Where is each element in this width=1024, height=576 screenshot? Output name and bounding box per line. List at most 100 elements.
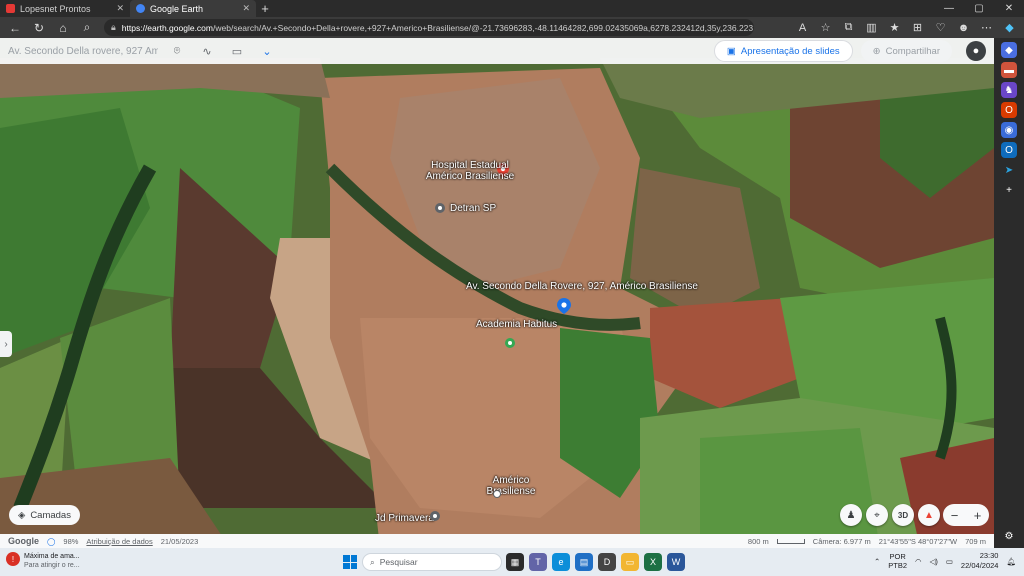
search-icon[interactable]: ⌕ [76,18,98,37]
notifications-icon[interactable]: 🔔︎ [1006,557,1016,566]
back-icon[interactable]: ← [4,18,26,37]
teams-icon[interactable]: T [529,553,547,571]
path-polygon-icon[interactable]: ∿ [196,41,218,61]
lang-bottom: PTB2 [888,561,908,570]
compass-icon[interactable]: ▲ [918,504,940,526]
profile-icon[interactable]: ☻ [953,18,974,37]
location-off-icon[interactable]: ⌖ [866,504,888,526]
clock-date: 22/04/2024 [960,561,999,570]
games-icon[interactable]: ♞ [1001,82,1017,98]
edge-icon[interactable]: e [552,553,570,571]
tab-label: Lopesnet Prontos [20,3,91,14]
read-aloud-icon[interactable]: A [792,18,813,37]
share-label: Compartilhar [885,45,940,57]
location-pin-icon[interactable] [557,298,571,314]
settings-gear-icon[interactable]: ⚙ [1001,528,1017,544]
address-label[interactable]: Av. Secondo Della Rovere, 927, Américo B… [466,281,698,292]
lock-icon: 🔒︎ [111,22,116,32]
browser-essentials-icon[interactable]: ♡ [930,18,951,37]
windows-taskbar: ! Máxima de ama... Para atingir o re... … [0,548,1024,576]
edge-sidebar: ◆ ▬ ♞ O ◉ O ➤ + ⚙ [994,38,1024,548]
split-screen-icon[interactable]: ▥ [861,18,882,37]
tray-chevron-icon[interactable]: ⌃ [874,557,880,566]
ground-altitude: 709 m [965,536,986,546]
expand-panel-icon[interactable]: › [0,331,12,357]
close-icon[interactable]: ✕ [116,3,124,14]
favorites-icon[interactable]: ★ [884,18,905,37]
new-tab-button[interactable]: + [256,0,274,17]
jd-pin-icon[interactable] [430,511,440,521]
earth-status-bar: Google ◯ 98% Atribuição de dados 21/05/2… [0,534,994,548]
detran-pin-icon[interactable] [435,203,445,213]
hospital-label[interactable]: Hospital Estadual Américo Brasiliense [420,160,520,182]
file-explorer-icon[interactable]: ▭ [621,553,639,571]
search-input[interactable]: Av. Secondo Della rovere, 927 Amé [8,41,158,61]
zoom-in-button[interactable]: + [974,508,982,523]
task-view-icon[interactable]: ▦ [506,553,524,571]
detran-label[interactable]: Detran SP [450,203,496,214]
language-indicator[interactable]: POR PTB2 [888,552,907,570]
slideshow-button[interactable]: ▣ Apresentação de slides [713,40,853,62]
taskbar-search-input[interactable]: ⌕ Pesquisar [362,553,502,571]
telegram-icon[interactable]: ➤ [1001,162,1017,178]
share-button[interactable]: ⊕ Compartilhar [860,40,952,62]
measure-icon[interactable]: ▭ [226,41,248,61]
close-window-icon[interactable]: ✕ [994,0,1024,17]
office-icon[interactable]: O [1001,102,1017,118]
more-menu-icon[interactable]: ⋯ [976,18,997,37]
loading-ring-icon: ◯ [47,536,56,546]
street-view-pegman-icon[interactable]: ♟ [840,504,862,526]
word-icon[interactable]: W [667,553,685,571]
home-icon[interactable]: ⌂ [52,18,74,37]
slideshow-icon: ▣ [726,45,736,57]
google-logo: Google [8,536,39,546]
toolbox-icon[interactable]: ▬ [1001,62,1017,78]
volume-icon[interactable]: ◁) [930,557,938,566]
academia-label[interactable]: Academia Habitus [476,319,557,330]
place-marker-icon[interactable]: ⌾ [166,41,188,61]
camera-altitude: Câmera: 6.977 m [812,536,871,546]
windows-start-icon[interactable] [343,555,357,569]
notification-title: Máxima de ama... [24,553,80,560]
excel-icon[interactable]: X [644,553,662,571]
collections-icon[interactable]: ⊞ [907,18,928,37]
close-icon[interactable]: ✕ [242,3,250,14]
gym-pin-icon[interactable] [505,338,515,348]
clock[interactable]: 23:30 22/04/2024 [961,551,999,571]
account-icon[interactable]: ● [966,41,986,61]
reload-icon[interactable]: ↻ [28,18,50,37]
dell-icon[interactable]: D [598,553,616,571]
tab-google-earth[interactable]: Google Earth ✕ [130,0,256,17]
maximize-icon[interactable]: ▢ [964,0,994,17]
layers-button[interactable]: ◈ Camadas [9,505,80,525]
system-tray: ⌃ POR PTB2 ◠ ◁) ▭ 23:30 22/04/2024 🔔︎ [874,551,1016,571]
tag-icon[interactable]: ◆ [1001,42,1017,58]
chevron-down-icon[interactable]: ⌄ [256,41,278,61]
jd-primavera-label[interactable]: Jd Primavera [375,513,434,524]
address-bar[interactable]: 🔒︎ https://earth.google.com/web/search/A… [104,19,754,36]
data-attribution-link[interactable]: Atribuição de dados [86,537,152,546]
store-icon[interactable]: ▤ [575,553,593,571]
outlook-icon[interactable]: O [1001,142,1017,158]
tab-lopesnet[interactable]: Lopesnet Prontos ✕ [0,0,130,17]
battery-icon[interactable]: ▭ [946,557,953,566]
tab-label: Google Earth [150,3,204,14]
favorite-star-icon[interactable]: ☆ [815,18,836,37]
scale-bar[interactable] [776,538,805,544]
add-sidebar-icon[interactable]: + [1001,182,1017,198]
microsoft365-icon[interactable]: ◉ [1001,122,1017,138]
satellite-map[interactable]: Hospital Estadual Américo Brasiliense De… [0,38,994,548]
imagery-date: 21/05/2023 [160,536,199,546]
earth-toolbar: Av. Secondo Della rovere, 927 Amé ⌾ ∿ ▭ … [0,38,994,64]
minimize-icon[interactable]: — [934,0,964,17]
weather-widget[interactable]: ! Máxima de ama... Para atingir o re... [6,552,96,570]
zoom-controls: − + [943,504,989,526]
zoom-out-button[interactable]: − [951,508,959,523]
clock-time: 23:30 [979,551,999,560]
address-toolbar: ← ↻ ⌂ ⌕ 🔒︎ https://earth.google.com/web/… [0,17,1024,38]
copilot-icon[interactable]: ◆ [999,18,1020,37]
extensions-icon[interactable]: ⧉ [838,18,859,37]
taskbar-search-placeholder: Pesquisar [379,557,418,567]
toggle-3d-button[interactable]: 3D [892,504,914,526]
wifi-icon[interactable]: ◠ [915,557,922,566]
